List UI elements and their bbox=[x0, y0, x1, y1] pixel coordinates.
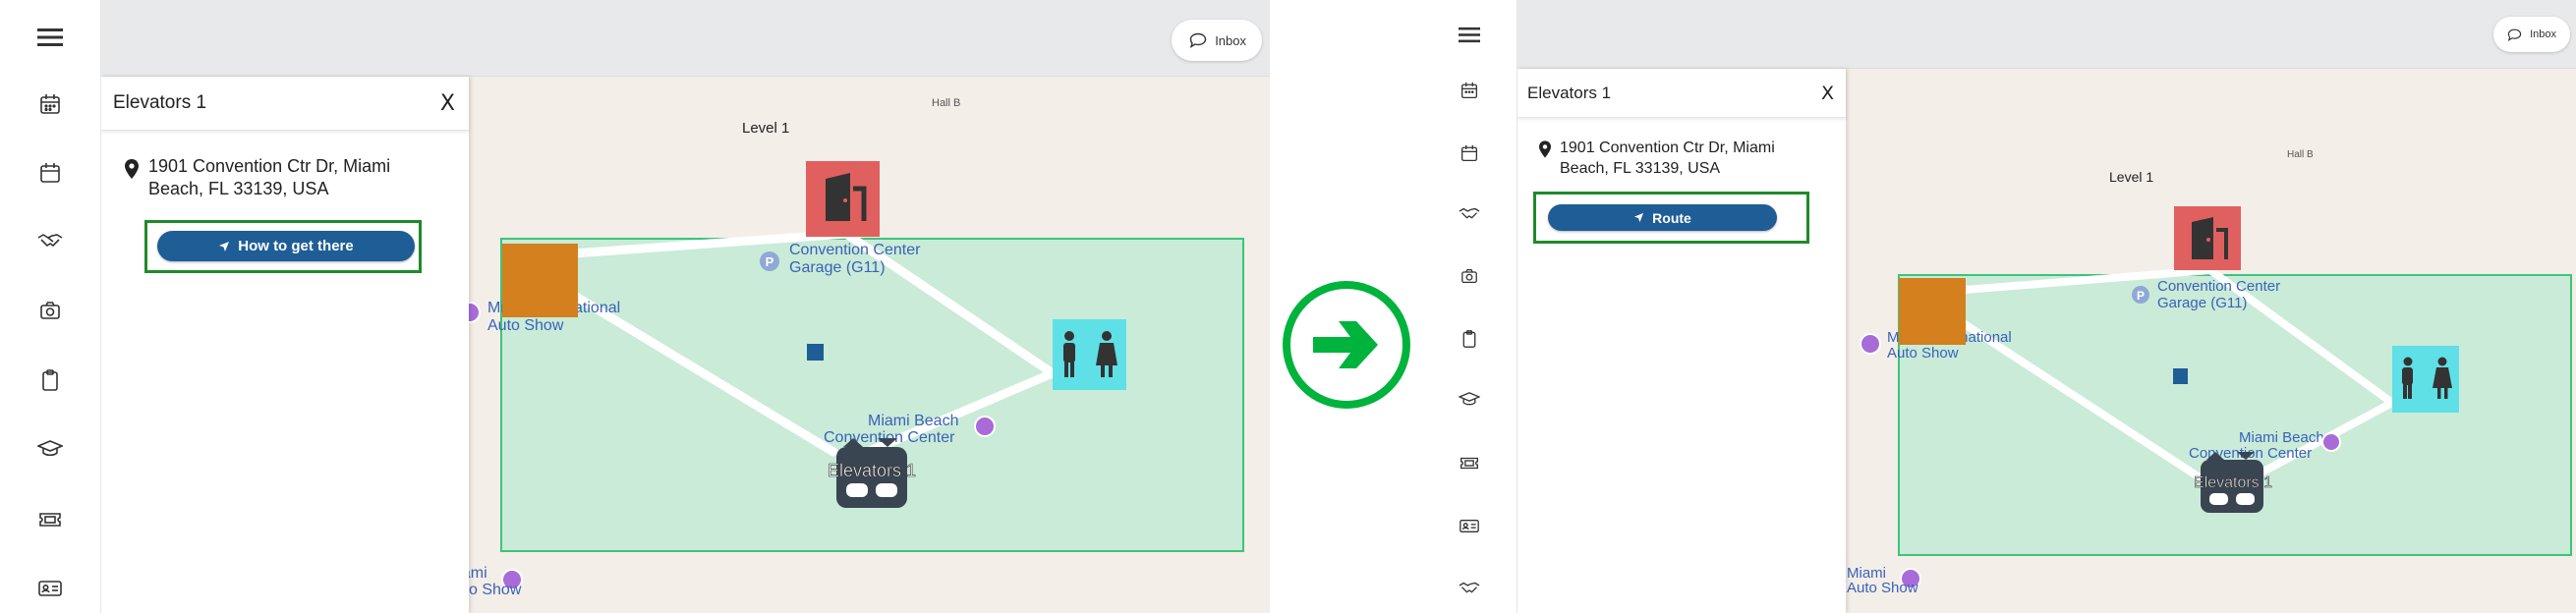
poi-icon[interactable] bbox=[2321, 432, 2341, 452]
orange-marker[interactable] bbox=[1899, 278, 1966, 345]
ticket-icon[interactable] bbox=[1460, 456, 1479, 471]
navigation-arrow-icon bbox=[1634, 212, 1644, 223]
close-button[interactable]: X bbox=[440, 91, 455, 116]
calendar-grid-icon[interactable] bbox=[39, 93, 61, 115]
door-marker[interactable] bbox=[2174, 206, 2241, 270]
details-panel: Elevators 1 X 1901 Convention Ctr Dr, Mi… bbox=[1517, 69, 1846, 613]
directions-button[interactable]: How to get there bbox=[157, 231, 415, 261]
directions-button-label: How to get there bbox=[238, 238, 354, 254]
elevator-label: Elevators 1 bbox=[2194, 474, 2272, 491]
clipboard-icon[interactable] bbox=[1462, 330, 1477, 348]
autoshow-label-2: Auto Show bbox=[1887, 345, 1959, 362]
level-label: Level 1 bbox=[2109, 169, 2153, 185]
navigation-arrow-icon bbox=[219, 241, 230, 251]
graduation-cap-icon[interactable] bbox=[1459, 392, 1480, 407]
location-pin-icon bbox=[125, 159, 139, 179]
garage-label-1: Convention Center bbox=[789, 242, 921, 258]
handshake-icon[interactable] bbox=[1459, 206, 1480, 221]
map-view[interactable]: Inbox Hall B Level 1 P Convention Center… bbox=[101, 0, 1270, 613]
camera-icon[interactable] bbox=[1460, 268, 1478, 284]
route-button[interactable]: Route bbox=[1548, 204, 1777, 231]
calendar-icon[interactable] bbox=[1460, 144, 1478, 162]
graduation-cap-icon[interactable] bbox=[37, 440, 63, 458]
center-label-1: Miami Beach bbox=[868, 413, 958, 429]
hall-label: Hall B bbox=[2287, 149, 2314, 160]
location-pin-icon bbox=[1539, 140, 1551, 158]
handshake-icon[interactable] bbox=[1459, 581, 1480, 595]
orange-marker[interactable] bbox=[502, 244, 578, 317]
address-row: 1901 Convention Ctr Dr, Miami Beach, FL … bbox=[125, 155, 439, 200]
close-button[interactable]: X bbox=[1821, 83, 1834, 104]
calendar-grid-icon[interactable] bbox=[1460, 82, 1478, 99]
elevator-label: Elevators 1 bbox=[828, 461, 916, 480]
restroom-marker[interactable] bbox=[2392, 346, 2459, 413]
after-screen: Inbox Hall B Level 1 P Convention Center… bbox=[1422, 0, 2576, 613]
route-button-label: Route bbox=[1652, 209, 1691, 226]
center-label-1: Miami Beach bbox=[2239, 429, 2324, 446]
calendar-icon[interactable] bbox=[39, 162, 61, 184]
poi-icon[interactable] bbox=[1860, 333, 1881, 355]
id-card-icon[interactable] bbox=[1460, 519, 1479, 533]
panel-title: Elevators 1 bbox=[1527, 83, 1612, 102]
hall-label: Hall B bbox=[932, 97, 960, 109]
nav-rail bbox=[0, 0, 101, 613]
camera-icon[interactable] bbox=[39, 301, 61, 320]
details-panel: Elevators 1 X 1901 Convention Ctr Dr, Mi… bbox=[101, 77, 469, 613]
map-view[interactable]: Inbox Hall B Level 1 P Convention Center… bbox=[1517, 0, 2576, 613]
address-row: 1901 Convention Ctr Dr, Miami Beach, FL … bbox=[1539, 138, 1824, 179]
small-square-marker[interactable] bbox=[2173, 368, 2188, 384]
id-card-icon[interactable] bbox=[38, 580, 62, 597]
garage-label-2: Garage (G11) bbox=[789, 259, 886, 276]
menu-icon[interactable] bbox=[37, 28, 63, 47]
door-marker[interactable] bbox=[806, 161, 880, 237]
menu-icon[interactable] bbox=[1459, 27, 1480, 43]
panel-header: Elevators 1 X bbox=[101, 77, 469, 131]
panel-header: Elevators 1 X bbox=[1517, 69, 1846, 118]
panel-title: Elevators 1 bbox=[113, 92, 207, 113]
garage-label-1: Convention Center bbox=[2157, 278, 2280, 295]
small-square-marker[interactable] bbox=[807, 344, 824, 361]
address-text: 1901 Convention Ctr Dr, Miami Beach, FL … bbox=[148, 156, 391, 198]
restroom-marker[interactable] bbox=[1053, 319, 1126, 390]
poi-bottom-label-2: Auto Show bbox=[1847, 580, 1918, 596]
handshake-icon[interactable] bbox=[37, 232, 63, 250]
nav-rail bbox=[1422, 0, 1517, 613]
comparison-stage: Inbox Hall B Level 1 P Convention Center… bbox=[0, 0, 2576, 613]
autoshow-label-2: Auto Show bbox=[487, 317, 564, 334]
ticket-icon[interactable] bbox=[38, 511, 62, 529]
garage-label-2: Garage (G11) bbox=[2157, 295, 2247, 311]
address-text: 1901 Convention Ctr Dr, Miami Beach, FL … bbox=[1560, 139, 1775, 177]
svg-text:P: P bbox=[766, 254, 774, 269]
poi-icon[interactable] bbox=[974, 416, 996, 437]
transition-arrow-icon bbox=[1280, 278, 1413, 412]
before-screen: Inbox Hall B Level 1 P Convention Center… bbox=[0, 0, 1270, 613]
venue-zone[interactable] bbox=[1898, 274, 2572, 556]
level-label: Level 1 bbox=[742, 120, 789, 137]
clipboard-icon[interactable] bbox=[41, 369, 59, 391]
svg-text:P: P bbox=[2137, 289, 2145, 303]
